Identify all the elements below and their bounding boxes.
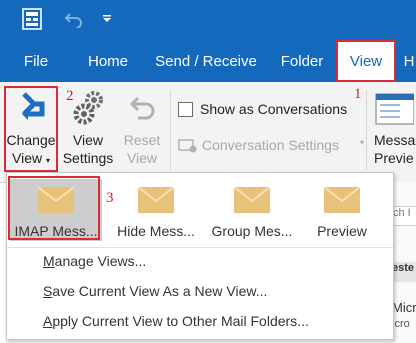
reset-view-label-1: Reset: [123, 132, 161, 148]
view-option-label: Group Mes...: [211, 223, 293, 239]
search-box-partial[interactable]: ch I: [392, 206, 416, 226]
reset-icon: [129, 96, 155, 120]
view-settings-label-1: View: [72, 132, 104, 148]
checkbox-box: [178, 102, 193, 117]
view-settings-label-2: Settings: [62, 150, 114, 166]
menu-label: pply Current View to Other Mail Folders.…: [52, 313, 309, 329]
conversation-settings-arrow-icon: ▾: [360, 138, 365, 147]
gears-icon: [73, 91, 103, 125]
access-key: M: [43, 253, 55, 269]
save-current-view-item[interactable]: Save Current View As a New View...: [43, 283, 267, 299]
customize-qat-icon[interactable]: [102, 14, 112, 24]
access-key: A: [43, 313, 53, 329]
outlook-app-icon: [22, 8, 42, 30]
manage-views-item[interactable]: Manage Views...: [43, 253, 146, 269]
ribbon-separator: [170, 90, 171, 170]
imap-view-highlight: [8, 176, 100, 240]
title-bar: [0, 0, 416, 42]
message-list-partial: ch I este Micr icro: [392, 182, 416, 343]
dropdown-separator: [7, 247, 393, 248]
view-option-group[interactable]: Group Mes...: [206, 179, 298, 241]
list-item-partial-1[interactable]: Micr: [392, 300, 416, 315]
ribbon-separator-2: [366, 90, 367, 170]
message-preview-label-2: Previe: [374, 150, 414, 166]
tab-folder[interactable]: Folder: [274, 42, 330, 82]
view-option-hide[interactable]: Hide Mess...: [110, 179, 202, 241]
apply-current-view-item[interactable]: Apply Current View to Other Mail Folders…: [43, 313, 309, 329]
show-as-conversations-label: Show as Conversations: [200, 101, 348, 117]
message-preview-icon: [375, 93, 414, 125]
conversation-settings-button[interactable]: Conversation Settings ▾: [178, 136, 368, 156]
view-option-label: Preview: [317, 223, 367, 239]
view-option-label: Hide Mess...: [117, 223, 195, 239]
access-key: S: [43, 283, 53, 299]
annotation-1: 1: [354, 86, 362, 102]
menu-label: ave Current View As a New View...: [52, 283, 268, 299]
tab-file[interactable]: File: [12, 42, 60, 82]
list-item-partial-2[interactable]: icro: [392, 318, 410, 330]
view-settings-button[interactable]: View Settings: [60, 88, 116, 170]
message-preview-label-1: Messa: [374, 132, 416, 148]
list-header-partial: este: [392, 262, 416, 282]
annotation-3: 3: [106, 190, 114, 206]
reset-view-button[interactable]: Reset View: [118, 88, 166, 170]
conversation-settings-icon: [178, 139, 197, 153]
message-preview-button[interactable]: Messa Previe: [370, 88, 416, 170]
envelope-icon: [324, 187, 360, 213]
conversation-settings-label: Conversation Settings: [202, 137, 339, 153]
show-as-conversations-checkbox[interactable]: Show as Conversations: [178, 100, 353, 120]
reset-view-label-2: View: [126, 150, 158, 166]
menu-label: anage Views...: [54, 253, 147, 269]
undo-icon[interactable]: [64, 10, 84, 28]
envelope-icon: [234, 187, 270, 213]
tab-send-receive[interactable]: Send / Receive: [150, 42, 262, 82]
view-option-preview[interactable]: Preview: [296, 179, 388, 241]
tab-help-partial[interactable]: H: [402, 42, 416, 82]
tab-home[interactable]: Home: [80, 42, 136, 82]
change-view-highlight: [4, 86, 58, 172]
envelope-icon: [138, 187, 174, 213]
view-tab-highlight: [336, 40, 396, 82]
